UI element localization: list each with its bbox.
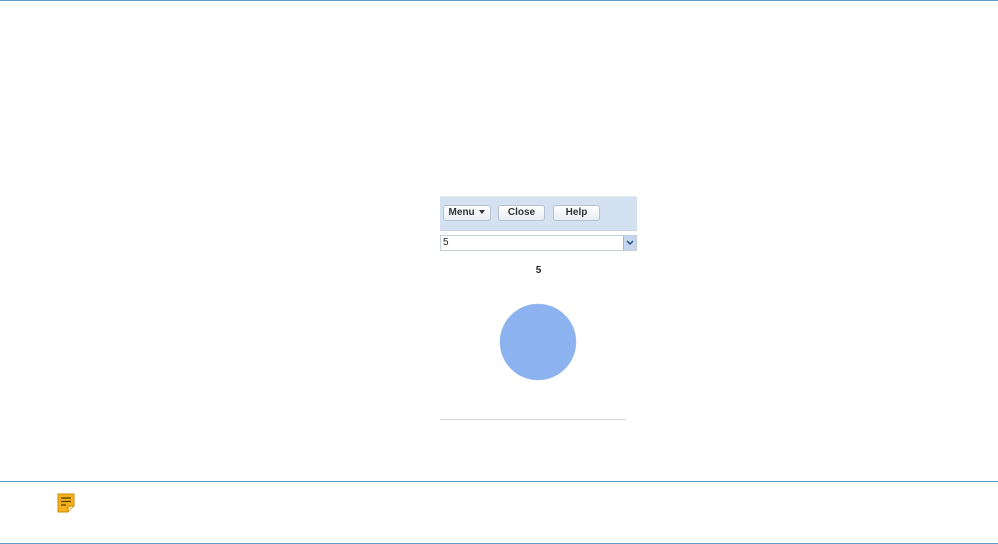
- pie-chart-svg: [499, 303, 577, 381]
- close-button-label: Close: [507, 207, 536, 218]
- menu-button-label: Menu: [448, 207, 475, 218]
- note-top-rule: [0, 481, 998, 482]
- chart-bottom-border: [440, 419, 626, 420]
- menu-dropdown-icon: [477, 207, 486, 218]
- top-rule: [0, 0, 998, 1]
- close-button[interactable]: Close: [498, 205, 545, 221]
- chevron-down-icon: [626, 240, 634, 246]
- menu-button[interactable]: Menu: [443, 205, 491, 221]
- toolbar: Menu Close Help: [440, 196, 637, 231]
- chart-widget: Menu Close Help 5 5: [440, 195, 637, 420]
- pie-chart: 5: [440, 255, 637, 419]
- note-icon: [57, 493, 75, 513]
- help-button-label: Help: [565, 207, 588, 218]
- value-select[interactable]: 5: [440, 235, 637, 251]
- select-arrow-button[interactable]: [623, 236, 636, 250]
- help-button[interactable]: Help: [553, 205, 600, 221]
- select-value: 5: [443, 237, 449, 248]
- pie-slice-5[interactable]: [499, 303, 577, 381]
